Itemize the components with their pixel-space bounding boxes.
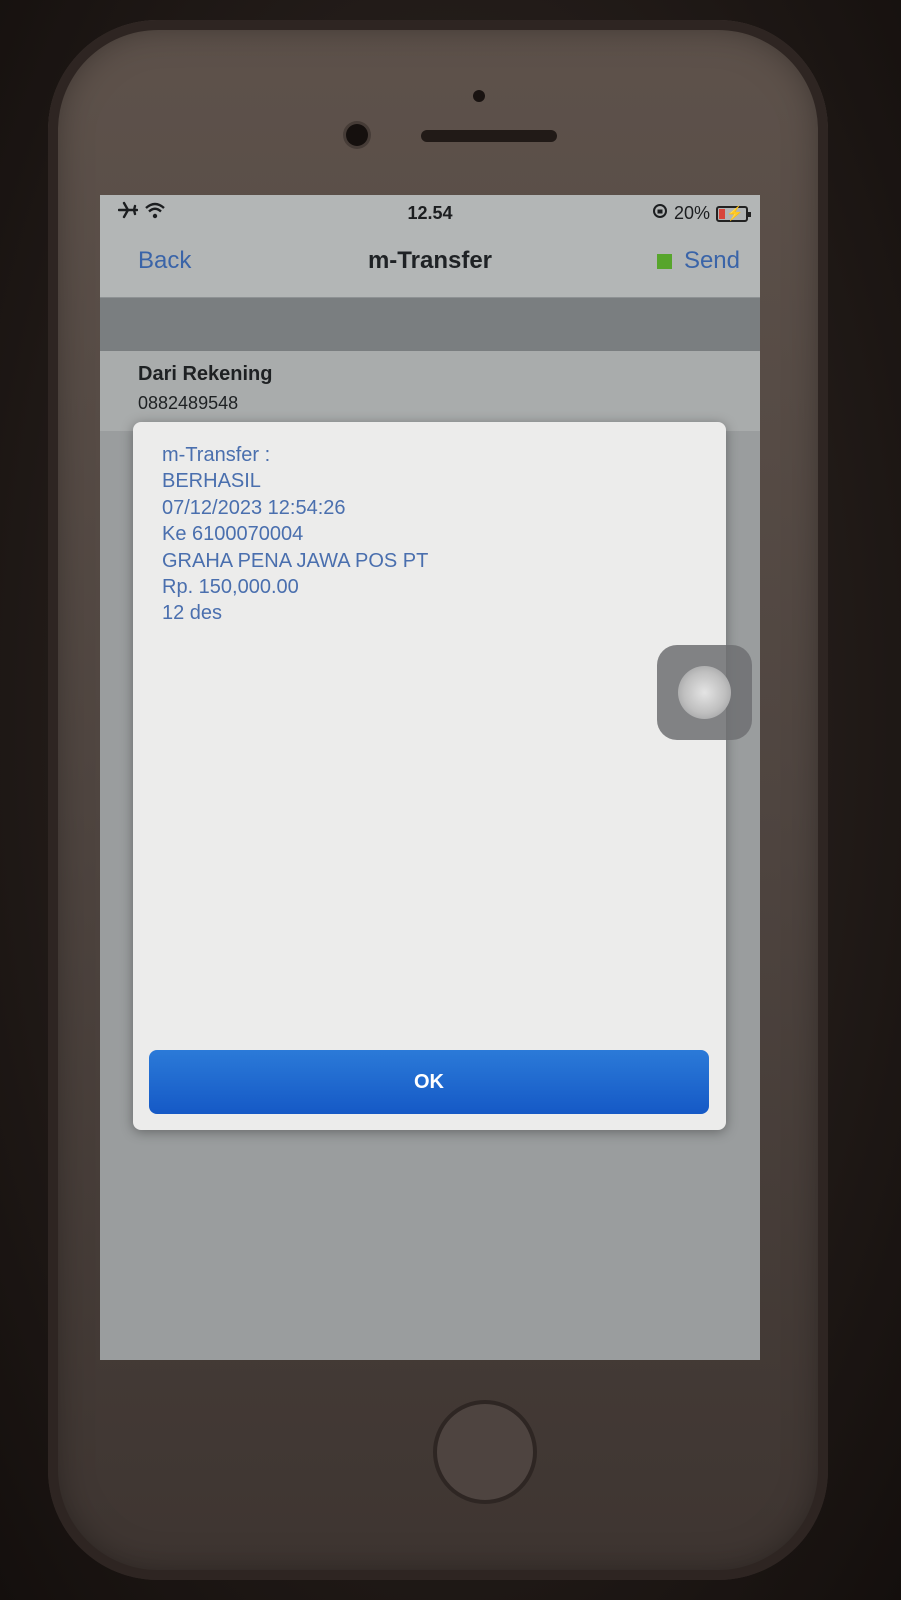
send-label: Send (683, 247, 740, 274)
orientation-lock-icon (652, 203, 668, 224)
message-title-line: m-Transfer : (162, 444, 271, 466)
message-datetime-line: 07/12/2023 12:54:26 (162, 496, 346, 519)
source-account-label: Dari Rekening (138, 363, 273, 385)
phone-screen: 12.54 20% ⚡ Back m-Transfer Send Dari Re… (100, 195, 760, 1360)
battery-charging-icon: ⚡ (716, 205, 751, 222)
assistive-touch-icon (678, 666, 731, 719)
message-destination-line: Ke 6100070004 (162, 523, 304, 546)
dialog-message: m-Transfer : BERHASIL 07/12/2023 12:54:2… (162, 442, 428, 627)
message-amount-line: Rp. 150,000.00 (162, 576, 299, 599)
front-camera (346, 124, 368, 146)
proximity-sensor (473, 90, 485, 102)
send-button[interactable]: Send (656, 247, 740, 275)
assistive-touch-button[interactable] (657, 645, 752, 740)
home-button[interactable] (433, 1400, 537, 1504)
source-account-number: 0882489548 (138, 393, 239, 413)
status-bar: 12.54 20% ⚡ (100, 195, 760, 231)
section-divider (100, 298, 760, 351)
message-status-line: BERHASIL (162, 470, 261, 493)
ok-button[interactable]: OK (149, 1050, 709, 1114)
status-indicator-icon (656, 253, 672, 269)
battery-percent: 20% (673, 203, 710, 223)
earpiece-speaker (421, 130, 557, 142)
navigation-bar: Back m-Transfer Send (100, 231, 760, 298)
source-account-row: Dari Rekening 0882489548 (100, 351, 760, 431)
status-right-icons: 20% ⚡ (652, 203, 751, 224)
message-recipient-line: GRAHA PENA JAWA POS PT (162, 549, 429, 572)
message-note-line: 12 des (162, 602, 223, 625)
transfer-result-dialog: m-Transfer : BERHASIL 07/12/2023 12:54:2… (133, 422, 726, 1130)
